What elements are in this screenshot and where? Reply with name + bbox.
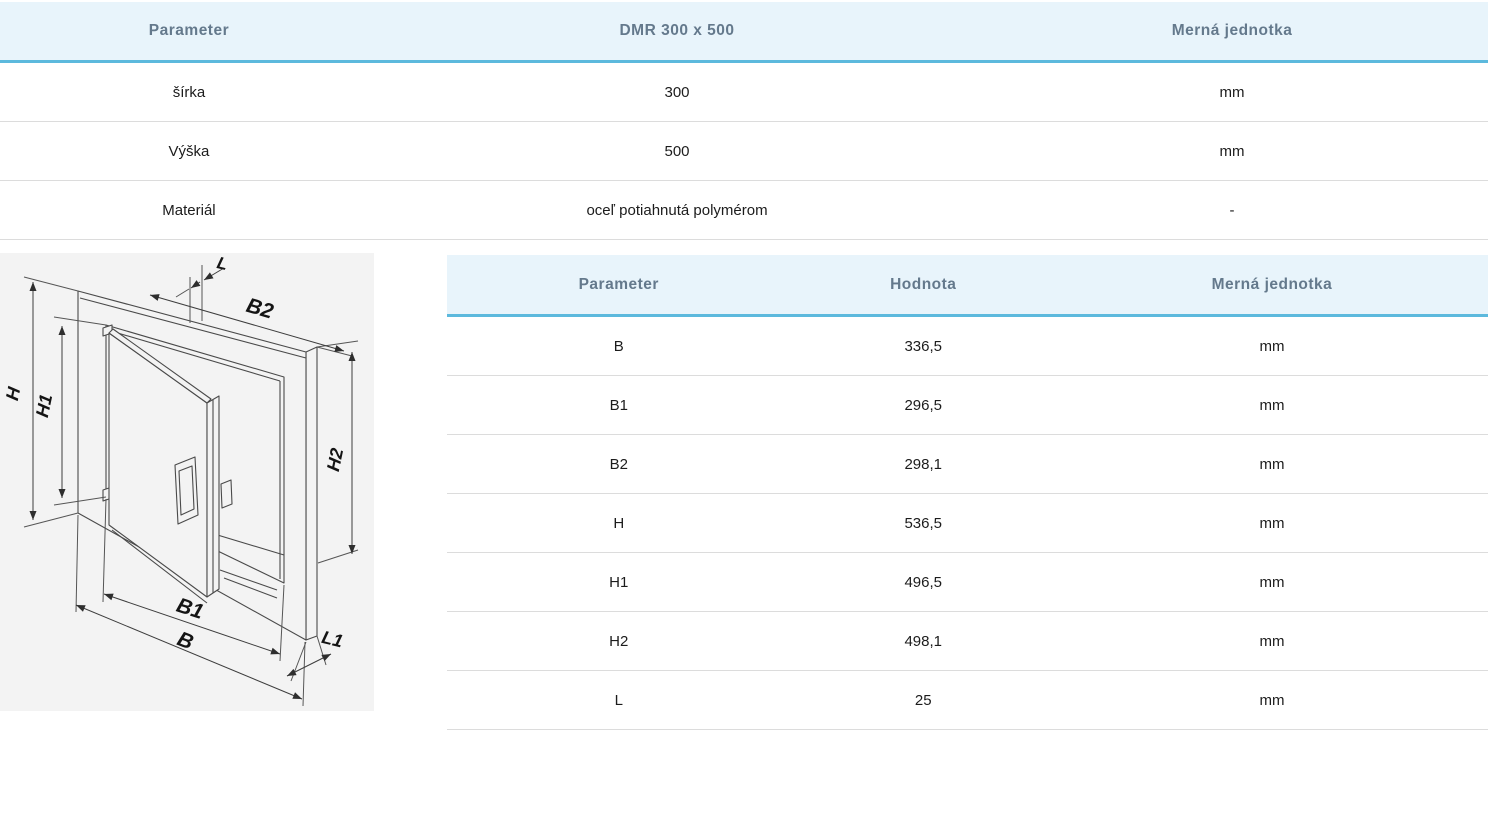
table-row: šírka 300 mm: [0, 63, 1488, 122]
dim-label-L1: L1: [320, 627, 345, 651]
cell-parameter: H2: [609, 632, 629, 650]
cell-value: 298,1: [904, 455, 943, 473]
cell-value: 496,5: [904, 573, 943, 591]
cell-parameter: H1: [609, 573, 629, 591]
cell-value: 500: [664, 142, 690, 160]
table-row: Materiál oceľ potiahnutá polymérom -: [0, 181, 1488, 240]
cell-unit: mm: [1259, 691, 1285, 709]
dim-label-B2: B2: [244, 294, 276, 324]
dim-label-H2: H2: [323, 446, 347, 473]
cell-value: 300: [664, 83, 690, 101]
dims-header-parameter: Parameter: [578, 275, 659, 293]
dim-label-H1: H1: [32, 392, 56, 419]
cell-unit: mm: [1259, 455, 1285, 473]
access-door-isometric-drawing: H H1 B2 L H2 B1 B L1: [2, 253, 359, 707]
cell-parameter: L: [614, 691, 623, 709]
cell-value: 498,1: [904, 632, 943, 650]
table-row: H2 498,1 mm: [447, 612, 1488, 671]
dimension-diagram: H H1 B2 L H2 B1 B L1: [0, 253, 374, 711]
table-row: Výška 500 mm: [0, 122, 1488, 181]
cell-unit: mm: [1219, 142, 1245, 160]
cell-parameter: Materiál: [162, 201, 216, 219]
cell-unit: mm: [1259, 396, 1285, 414]
cell-value: 25: [914, 691, 932, 709]
cell-parameter: šírka: [172, 83, 206, 101]
dimensions-table: Parameter Hodnota Merná jednotka B 336,5…: [447, 255, 1488, 730]
dims-header-value: Hodnota: [890, 275, 957, 293]
dimensions-table-header-row: Parameter Hodnota Merná jednotka: [447, 255, 1488, 317]
cell-unit: -: [1229, 201, 1235, 219]
cell-value: 536,5: [904, 514, 943, 532]
product-spec-table: Parameter DMR 300 x 500 Merná jednotka š…: [0, 2, 1488, 240]
cell-unit: mm: [1259, 573, 1285, 591]
spec-table-header-row: Parameter DMR 300 x 500 Merná jednotka: [0, 2, 1488, 63]
cell-unit: mm: [1219, 83, 1245, 101]
cell-parameter: H: [613, 514, 625, 532]
cell-value: oceľ potiahnutá polymérom: [586, 201, 768, 219]
spec-header-model: DMR 300 x 500: [619, 22, 735, 39]
table-row: H1 496,5 mm: [447, 553, 1488, 612]
dim-label-L: L: [215, 253, 230, 274]
product-spec-page: { "colors": { "header_bg": "#e8f4fb", "h…: [0, 0, 1488, 834]
cell-value: 296,5: [904, 396, 943, 414]
cell-value: 336,5: [904, 337, 943, 355]
spec-header-parameter: Parameter: [148, 22, 230, 39]
cell-parameter: B1: [609, 396, 628, 414]
dim-label-B: B: [174, 627, 196, 654]
table-row: L 25 mm: [447, 671, 1488, 730]
cell-parameter: Výška: [168, 142, 210, 160]
table-row: B1 296,5 mm: [447, 376, 1488, 435]
cell-parameter: B2: [609, 455, 628, 473]
table-row: H 536,5 mm: [447, 494, 1488, 553]
dims-header-unit: Merná jednotka: [1211, 275, 1333, 293]
spec-header-unit: Merná jednotka: [1171, 22, 1293, 39]
dim-label-H: H: [2, 384, 24, 402]
cell-unit: mm: [1259, 514, 1285, 532]
door-latch-shape: [220, 479, 233, 509]
cell-parameter: B: [613, 337, 624, 355]
cell-unit: mm: [1259, 337, 1285, 355]
cell-unit: mm: [1259, 632, 1285, 650]
table-row: B2 298,1 mm: [447, 435, 1488, 494]
table-row: B 336,5 mm: [447, 317, 1488, 376]
